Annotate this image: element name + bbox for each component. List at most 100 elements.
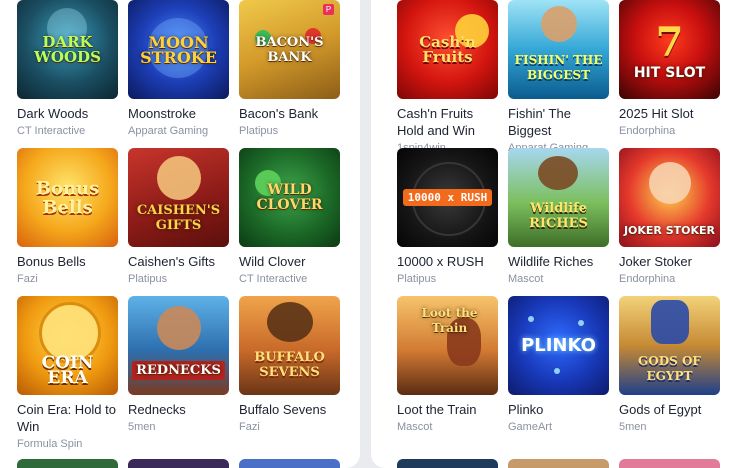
game-title[interactable]: Coin Era: Hold to Win	[17, 401, 118, 435]
thumbnail-logo-text: Wildlife RICHES	[529, 200, 588, 231]
game-tile-rednecks[interactable]: REDNECKS Rednecks 5men	[128, 296, 229, 444]
game-tile-caishens-gifts[interactable]: CAISHEN'S GIFTS Caishen's Gifts Platipus	[128, 148, 229, 296]
game-title[interactable]: Dark Woods	[17, 105, 118, 122]
game-thumbnail-partial[interactable]	[128, 459, 229, 468]
game-thumbnail-partial[interactable]	[239, 459, 340, 468]
game-title[interactable]: Fishin' The Biggest	[508, 105, 609, 139]
game-provider: Formula Spin	[17, 438, 83, 450]
thumbnail-logo-text: Bonus Bells	[35, 177, 100, 218]
game-tile-buffalo-sevens[interactable]: BUFFALO SEVENS Buffalo Sevens Fazi	[239, 296, 340, 444]
thumbnail-logo-text: Loot the Train	[421, 306, 478, 335]
game-title[interactable]: Gods of Egypt	[619, 401, 720, 418]
games-grid-left: DARK WOODS Dark Woods CT Interactive MOO…	[17, 0, 340, 450]
thumbnail-logo-text: REDNECKS	[132, 361, 225, 380]
thumbnail-logo-text: WILD CLOVER	[256, 181, 323, 213]
game-title[interactable]: Loot the Train	[397, 401, 498, 418]
game-provider: Platipus	[128, 273, 168, 285]
thumbnail-logo-text: 10000 x RUSH	[402, 189, 493, 206]
game-tile-plinko[interactable]: PLINKO Plinko GameArt	[508, 296, 609, 444]
game-title[interactable]: Moonstroke	[128, 105, 229, 122]
game-title[interactable]: Cash'n Fruits Hold and Win	[397, 105, 498, 139]
game-tile-bacons-bank[interactable]: P BACON'S BANK Bacon's Bank Platipus	[239, 0, 340, 148]
thumbnail-logo-text: MOON STROKE	[140, 32, 217, 67]
game-provider: Endorphina	[619, 125, 676, 137]
game-tile-joker-stoker[interactable]: JOKER STOKER Joker Stoker Endorphina	[619, 148, 720, 296]
games-panel-left: DARK WOODS Dark Woods CT Interactive MOO…	[0, 0, 360, 468]
game-thumbnail-partial[interactable]	[397, 459, 498, 468]
game-tile-coin-era[interactable]: COIN ERA Coin Era: Hold to Win Formula S…	[17, 296, 118, 450]
game-thumbnail[interactable]: FISHIN' THE BIGGEST	[508, 0, 609, 99]
thumbnail-logo-text: DARK WOODS	[34, 32, 101, 66]
game-thumbnail[interactable]: 7 HIT SLOT	[619, 0, 720, 99]
game-title[interactable]: Rednecks	[128, 401, 229, 418]
game-thumbnail[interactable]: 10000 x RUSH	[397, 148, 498, 247]
game-tile-wildlife-riches[interactable]: Wildlife RICHES Wildlife Riches Mascot	[508, 148, 609, 296]
thumbnail-logo-text: CAISHEN'S GIFTS	[136, 202, 221, 233]
game-title[interactable]: Wild Clover	[239, 253, 340, 270]
game-thumbnail[interactable]: P BACON'S BANK	[239, 0, 340, 99]
thumbnail-logo-text: JOKER STOKER	[623, 224, 716, 237]
game-provider: Mascot	[397, 421, 433, 433]
thumbnail-logo-text: COIN ERA	[41, 352, 94, 388]
game-thumbnail[interactable]: Wildlife RICHES	[508, 148, 609, 247]
game-provider: Fazi	[239, 421, 260, 433]
game-provider: 5men	[619, 421, 647, 433]
thumbnail-logo-text: HIT SLOT	[633, 64, 706, 81]
game-tile-10000-x-rush[interactable]: 10000 x RUSH 10000 x RUSH Platipus	[397, 148, 498, 296]
game-thumbnail[interactable]: DARK WOODS	[17, 0, 118, 99]
game-tile-dark-woods[interactable]: DARK WOODS Dark Woods CT Interactive	[17, 0, 118, 148]
game-thumbnail[interactable]: GODS OF EGYPT	[619, 296, 720, 395]
game-tile-moonstroke[interactable]: MOON STROKE Moonstroke Apparat Gaming	[128, 0, 229, 148]
game-title[interactable]: Bacon's Bank	[239, 105, 340, 122]
game-provider: Platipus	[397, 273, 437, 285]
game-thumbnail[interactable]: Bonus Bells	[17, 148, 118, 247]
game-thumbnail[interactable]: CAISHEN'S GIFTS	[128, 148, 229, 247]
thumbnail-logo-text: PLINKO	[521, 335, 596, 356]
game-provider: Fazi	[17, 273, 38, 285]
game-tile-cashn-fruits[interactable]: Cash'n Fruits Cash'n Fruits Hold and Win…	[397, 0, 498, 154]
game-title[interactable]: Wildlife Riches	[508, 253, 609, 270]
game-thumbnail[interactable]: BUFFALO SEVENS	[239, 296, 340, 395]
games-grid-right: Cash'n Fruits Cash'n Fruits Hold and Win…	[397, 0, 720, 444]
game-title[interactable]: 2025 Hit Slot	[619, 105, 720, 122]
thumbnail-logo-text: BUFFALO SEVENS	[254, 349, 325, 380]
game-tile-loot-the-train[interactable]: Loot the Train Loot the Train Mascot	[397, 296, 498, 444]
game-thumbnail-partial[interactable]	[508, 459, 609, 468]
game-thumbnail[interactable]: JOKER STOKER	[619, 148, 720, 247]
game-tile-2025-hit-slot[interactable]: 7 HIT SLOT 2025 Hit Slot Endorphina	[619, 0, 720, 148]
seven-icon: 7	[655, 18, 684, 66]
game-title[interactable]: Buffalo Sevens	[239, 401, 340, 418]
game-thumbnail[interactable]: REDNECKS	[128, 296, 229, 395]
thumbnail-logo-text: GODS OF EGYPT	[638, 353, 701, 383]
game-provider: Mascot	[508, 273, 544, 285]
game-provider: 5men	[128, 421, 156, 433]
thumbnail-logo-text: Cash'n Fruits	[419, 32, 476, 66]
thumbnail-logo-text: BACON'S BANK	[255, 34, 324, 65]
game-thumbnail-partial[interactable]	[619, 459, 720, 468]
game-provider: Apparat Gaming	[128, 125, 209, 137]
games-panel-right: Cash'n Fruits Cash'n Fruits Hold and Win…	[371, 0, 730, 468]
game-thumbnail[interactable]: COIN ERA	[17, 296, 118, 395]
game-thumbnail[interactable]: MOON STROKE	[128, 0, 229, 99]
game-title[interactable]: Joker Stoker	[619, 253, 720, 270]
game-provider: CT Interactive	[17, 125, 86, 137]
game-title[interactable]: 10000 x RUSH	[397, 253, 498, 270]
game-thumbnail[interactable]: Loot the Train	[397, 296, 498, 395]
game-provider: Platipus	[239, 125, 279, 137]
game-provider: GameArt	[508, 421, 553, 433]
game-tile-bonus-bells[interactable]: Bonus Bells Bonus Bells Fazi	[17, 148, 118, 296]
thumbnail-logo-text: FISHIN' THE BIGGEST	[514, 52, 603, 82]
game-tile-wild-clover[interactable]: WILD CLOVER Wild Clover CT Interactive	[239, 148, 340, 296]
game-provider: Endorphina	[619, 273, 676, 285]
game-provider: CT Interactive	[239, 273, 308, 285]
game-tile-gods-of-egypt[interactable]: GODS OF EGYPT Gods of Egypt 5men	[619, 296, 720, 444]
game-thumbnail-partial[interactable]	[17, 459, 118, 468]
game-tile-fishin-the-biggest[interactable]: FISHIN' THE BIGGEST Fishin' The Biggest …	[508, 0, 609, 154]
game-thumbnail[interactable]: PLINKO	[508, 296, 609, 395]
game-title[interactable]: Caishen's Gifts	[128, 253, 229, 270]
game-title[interactable]: Plinko	[508, 401, 609, 418]
game-title[interactable]: Bonus Bells	[17, 253, 118, 270]
game-thumbnail[interactable]: Cash'n Fruits	[397, 0, 498, 99]
game-thumbnail[interactable]: WILD CLOVER	[239, 148, 340, 247]
provider-badge-icon: P	[323, 4, 334, 15]
